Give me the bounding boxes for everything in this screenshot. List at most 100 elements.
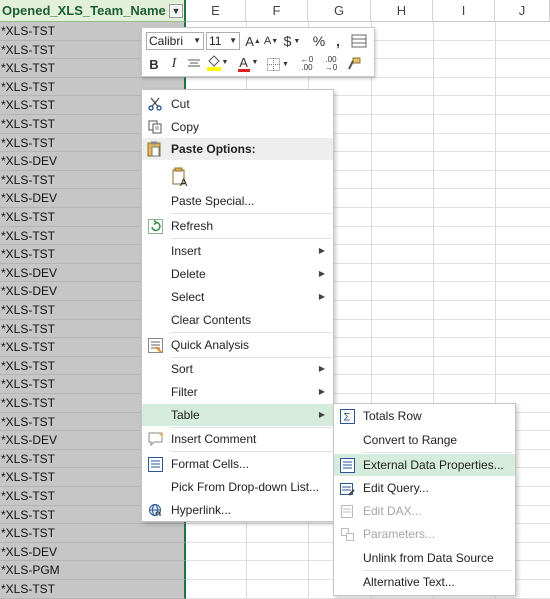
column-header-f[interactable]: F <box>246 0 308 22</box>
fill-color-icon[interactable]: ▼ <box>205 53 229 71</box>
menu-label-copy: Copy <box>171 120 200 134</box>
edit-dax-icon <box>339 503 355 519</box>
menu-label-cut: Cut <box>171 97 190 111</box>
font-name-value: Calibri <box>149 34 184 48</box>
chevron-down-icon: ▼ <box>229 36 237 45</box>
column-header-h[interactable]: H <box>371 0 433 22</box>
menu-label-paste-special: Paste Special... <box>171 194 255 208</box>
paste-options-label: Paste Options: <box>171 142 256 156</box>
table-cell[interactable]: *XLS-PGM <box>0 561 186 580</box>
submenu-arrow-icon: ▶ <box>318 410 325 419</box>
column-header-i[interactable]: I <box>433 0 495 22</box>
submenu-label-external-data-properties: External Data Properties... <box>363 458 504 472</box>
font-size-value: 11 <box>209 34 222 48</box>
currency-glyph: $ <box>283 33 292 49</box>
submenu-item-totals-row[interactable]: Σ Totals Row <box>334 405 515 427</box>
decrease-font-size-icon[interactable]: A ▼ <box>263 32 279 50</box>
font-color-icon[interactable]: A ▼ <box>237 53 259 72</box>
currency-format-icon[interactable]: $ ▼ <box>283 32 301 50</box>
table-cell[interactable]: *XLS-TST <box>0 524 186 543</box>
increase-font-size-icon[interactable]: A ▲ <box>245 32 261 50</box>
menu-label-quick-analysis: Quick Analysis <box>171 338 250 352</box>
table-header-cell[interactable]: Opened_XLS_Team_Name ▼ <box>0 0 186 22</box>
submenu-arrow-icon: ▶ <box>318 246 325 255</box>
menu-item-format-cells[interactable]: Format Cells... <box>142 453 333 475</box>
submenu-label-parameters: Parameters... <box>363 527 436 541</box>
menu-label-sort: Sort <box>171 362 194 376</box>
menu-item-copy[interactable]: Copy <box>142 116 333 138</box>
svg-text:A: A <box>180 177 188 187</box>
menu-item-quick-analysis[interactable]: Quick Analysis <box>142 334 333 356</box>
percent-style-icon[interactable]: % <box>312 32 326 50</box>
menu-label-delete: Delete <box>171 267 206 281</box>
submenu-item-edit-dax[interactable]: Edit DAX... <box>334 500 515 522</box>
column-header-g[interactable]: G <box>308 0 371 22</box>
submenu-label-alt-text: Alternative Text... <box>363 575 455 589</box>
menu-label-select: Select <box>171 290 205 304</box>
parameters-icon <box>339 526 355 542</box>
menu-item-pick-from-list[interactable]: Pick From Drop-down List... <box>142 476 333 498</box>
column-header-e[interactable]: E <box>186 0 246 22</box>
menu-label-table: Table <box>171 408 200 422</box>
format-painter-icon[interactable] <box>345 55 363 73</box>
bold-icon[interactable]: B <box>147 55 161 73</box>
menu-label-clear-contents: Clear Contents <box>171 313 252 327</box>
submenu-item-parameters[interactable]: Parameters... <box>334 523 515 545</box>
font-name-box[interactable]: Calibri ▼ <box>146 32 204 50</box>
menu-separator <box>170 238 332 239</box>
paste-options-header: Paste Options: <box>142 138 333 160</box>
menu-item-hyperlink[interactable]: Hyperlink... <box>142 499 333 521</box>
edit-query-icon <box>339 480 355 496</box>
chevron-down-icon: ▼ <box>193 36 201 45</box>
menu-item-clear-contents[interactable]: Clear Contents <box>142 309 333 331</box>
hyperlink-icon <box>147 502 163 518</box>
submenu-label-edit-dax: Edit DAX... <box>363 504 422 518</box>
submenu-label-convert-to-range: Convert to Range <box>363 433 458 447</box>
clipboard-icon <box>147 141 161 164</box>
menu-label-pick-from-list: Pick From Drop-down List... <box>171 480 320 494</box>
submenu-label-totals-row: Totals Row <box>363 409 422 423</box>
font-size-box[interactable]: 11 ▼ <box>206 32 240 50</box>
submenu-arrow-icon: ▶ <box>318 364 325 373</box>
increase-decimal-icon[interactable]: ←0.00 <box>297 55 317 73</box>
menu-item-insert-comment[interactable]: Insert Comment <box>142 428 333 450</box>
align-center-icon[interactable] <box>186 55 202 73</box>
paste-option-formatting[interactable]: A <box>142 164 333 190</box>
menu-item-delete[interactable]: Delete ▶ <box>142 263 333 285</box>
column-header-j[interactable]: J <box>495 0 550 22</box>
italic-icon[interactable]: I <box>168 55 180 73</box>
menu-label-filter: Filter <box>171 385 198 399</box>
submenu-item-external-data-properties[interactable]: External Data Properties... <box>334 454 515 476</box>
menu-item-insert[interactable]: Insert ▶ <box>142 240 333 262</box>
submenu-item-edit-query[interactable]: Edit Query... <box>334 477 515 499</box>
menu-item-cut[interactable]: Cut <box>142 93 333 115</box>
menu-separator <box>170 332 332 333</box>
submenu-item-convert-to-range[interactable]: Convert to Range <box>334 429 515 451</box>
menu-item-sort[interactable]: Sort ▶ <box>142 358 333 380</box>
filter-dropdown-icon[interactable]: ▼ <box>169 4 183 18</box>
svg-text:Σ: Σ <box>343 411 350 423</box>
menu-separator <box>170 213 332 214</box>
mini-toolbar: Calibri ▼ 11 ▼ A ▲ A ▼ $ ▼ % , B I ▼ A ▼ ▼ … <box>141 27 375 77</box>
menu-item-paste-special[interactable]: Paste Special... <box>142 190 333 212</box>
submenu-arrow-icon: ▶ <box>318 269 325 278</box>
menu-item-filter[interactable]: Filter ▶ <box>142 381 333 403</box>
table-properties-icon <box>339 457 355 473</box>
decrease-decimal-icon[interactable]: .00 →0 <box>321 55 341 73</box>
format-painter-table-icon[interactable] <box>350 32 368 50</box>
menu-label-insert-comment: Insert Comment <box>171 432 257 446</box>
borders-icon[interactable]: ▼ <box>266 55 290 73</box>
scissors-icon <box>147 96 163 112</box>
table-cell[interactable]: *XLS-TST <box>0 580 186 599</box>
copy-icon <box>147 119 163 135</box>
submenu-item-unlink[interactable]: Unlink from Data Source <box>334 547 515 569</box>
menu-item-table[interactable]: Table ▶ <box>142 404 333 426</box>
menu-label-refresh: Refresh <box>171 219 214 233</box>
comma-style-icon[interactable]: , <box>332 32 344 50</box>
sigma-icon: Σ <box>339 408 355 424</box>
table-cell[interactable]: *XLS-DEV <box>0 542 186 562</box>
format-cells-icon <box>147 456 163 472</box>
menu-item-select[interactable]: Select ▶ <box>142 286 333 308</box>
menu-item-refresh[interactable]: Refresh <box>142 215 333 237</box>
submenu-item-alt-text[interactable]: Alternative Text... <box>334 571 515 593</box>
